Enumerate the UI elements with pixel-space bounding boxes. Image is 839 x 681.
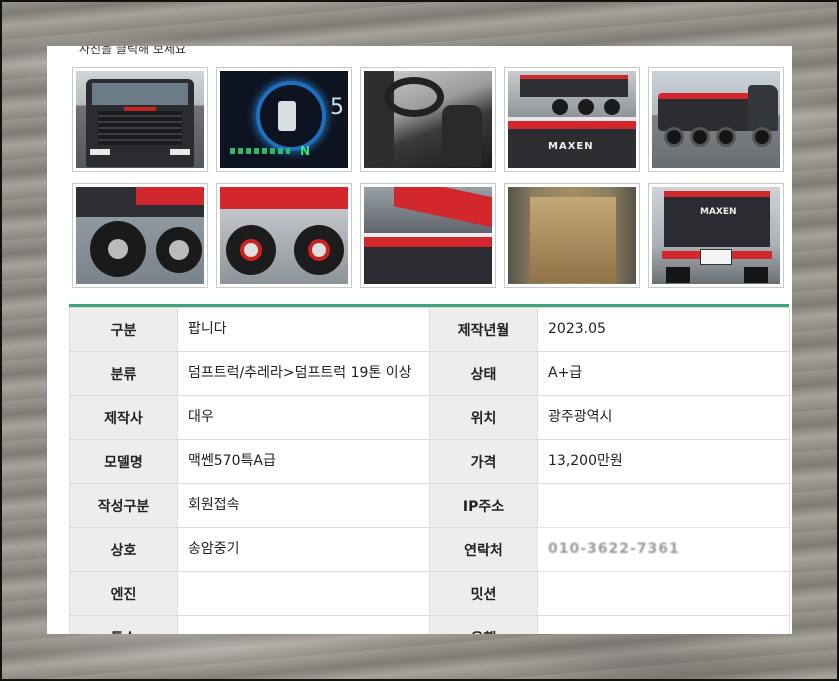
value-engine <box>177 571 430 616</box>
value-classification: 덤프트럭/추레라>덤프트럭 19톤 이상 <box>177 351 430 396</box>
thumb-2[interactable]: 5 N <box>216 67 352 172</box>
label-company: 상호 <box>69 527 178 572</box>
value-location: 광주광역시 <box>537 395 790 440</box>
dash-gear: N <box>300 144 311 158</box>
value-category: 팝니다 <box>177 307 430 352</box>
table-row: 작성구분 회원접속 IP주소 <box>69 483 790 528</box>
value-post-type: 회원접속 <box>177 483 430 528</box>
thumb-9[interactable] <box>504 183 640 288</box>
thumb-6[interactable] <box>72 183 208 288</box>
label-category: 구분 <box>69 307 178 352</box>
value-ip-address <box>537 483 790 528</box>
value-manufacture-date: 2023.05 <box>537 307 790 352</box>
label-location: 위치 <box>429 395 538 440</box>
table-row: 제작사 대우 위치 광주광역시 <box>69 395 790 440</box>
dump-bed-interior-photo[interactable] <box>508 187 636 284</box>
thumb-5[interactable] <box>648 67 784 172</box>
value-company: 송암중기 <box>177 527 430 572</box>
brand-text: MAXEN <box>700 207 737 217</box>
label-condition: 상태 <box>429 351 538 396</box>
dashboard-photo[interactable]: 5 N <box>220 71 348 168</box>
value-special <box>177 615 430 634</box>
table-row: 분류 덤프트럭/추레라>덤프트럭 19톤 이상 상태 A+급 <box>69 351 790 396</box>
table-row: 모델명 맥쎈570특A급 가격 13,200만원 <box>69 439 790 484</box>
listing-panel: 사진을 클릭해 보세요 5 N MAXEN MAXEN 구분 팝니다 제작년월 … <box>47 46 792 634</box>
truck-front-photo[interactable] <box>76 71 204 168</box>
label-maker: 제작사 <box>69 395 178 440</box>
dump-bed-photos[interactable] <box>364 187 492 284</box>
label-operation: 운행 <box>429 615 538 634</box>
table-row: 특수 운행 <box>69 615 790 634</box>
label-transmission: 밋션 <box>429 571 538 616</box>
label-special: 특수 <box>69 615 178 634</box>
label-post-type: 작성구분 <box>69 483 178 528</box>
truck-side-photo[interactable] <box>652 71 780 168</box>
truck-body-photos[interactable]: MAXEN <box>508 71 636 168</box>
label-model: 모델명 <box>69 439 178 484</box>
rear-wheels-photo[interactable] <box>220 187 348 284</box>
value-contact[interactable]: 010-3622-7361 <box>537 527 790 572</box>
label-engine: 엔진 <box>69 571 178 616</box>
value-maker: 대우 <box>177 395 430 440</box>
brand-text: MAXEN <box>548 141 594 152</box>
front-wheels-photo[interactable] <box>76 187 204 284</box>
value-model: 맥쎈570특A급 <box>177 439 430 484</box>
table-row: 구분 팝니다 제작년월 2023.05 <box>69 307 790 352</box>
label-ip-address: IP주소 <box>429 483 538 528</box>
label-price: 가격 <box>429 439 538 484</box>
label-manufacture-date: 제작년월 <box>429 307 538 352</box>
table-row: 엔진 밋션 <box>69 571 790 616</box>
thumb-1[interactable] <box>72 67 208 172</box>
thumb-3[interactable] <box>360 67 496 172</box>
dash-number: 5 <box>330 95 344 120</box>
cab-interior-photo[interactable] <box>364 71 492 168</box>
spec-table: 구분 팝니다 제작년월 2023.05 분류 덤프트럭/추레라>덤프트럭 19톤… <box>69 304 790 634</box>
thumb-8[interactable] <box>360 183 496 288</box>
thumb-4[interactable]: MAXEN <box>504 67 640 172</box>
table-row: 상호 송암중기 연락처 010-3622-7361 <box>69 527 790 572</box>
thumb-10[interactable]: MAXEN <box>648 183 784 288</box>
label-classification: 분류 <box>69 351 178 396</box>
value-price: 13,200만원 <box>537 439 790 484</box>
photo-hint: 사진을 클릭해 보세요 <box>79 46 186 56</box>
thumb-7[interactable] <box>216 183 352 288</box>
value-transmission <box>537 571 790 616</box>
value-condition: A+급 <box>537 351 790 396</box>
label-contact: 연락처 <box>429 527 538 572</box>
value-operation <box>537 615 790 634</box>
truck-rear-photo[interactable]: MAXEN <box>652 187 780 284</box>
